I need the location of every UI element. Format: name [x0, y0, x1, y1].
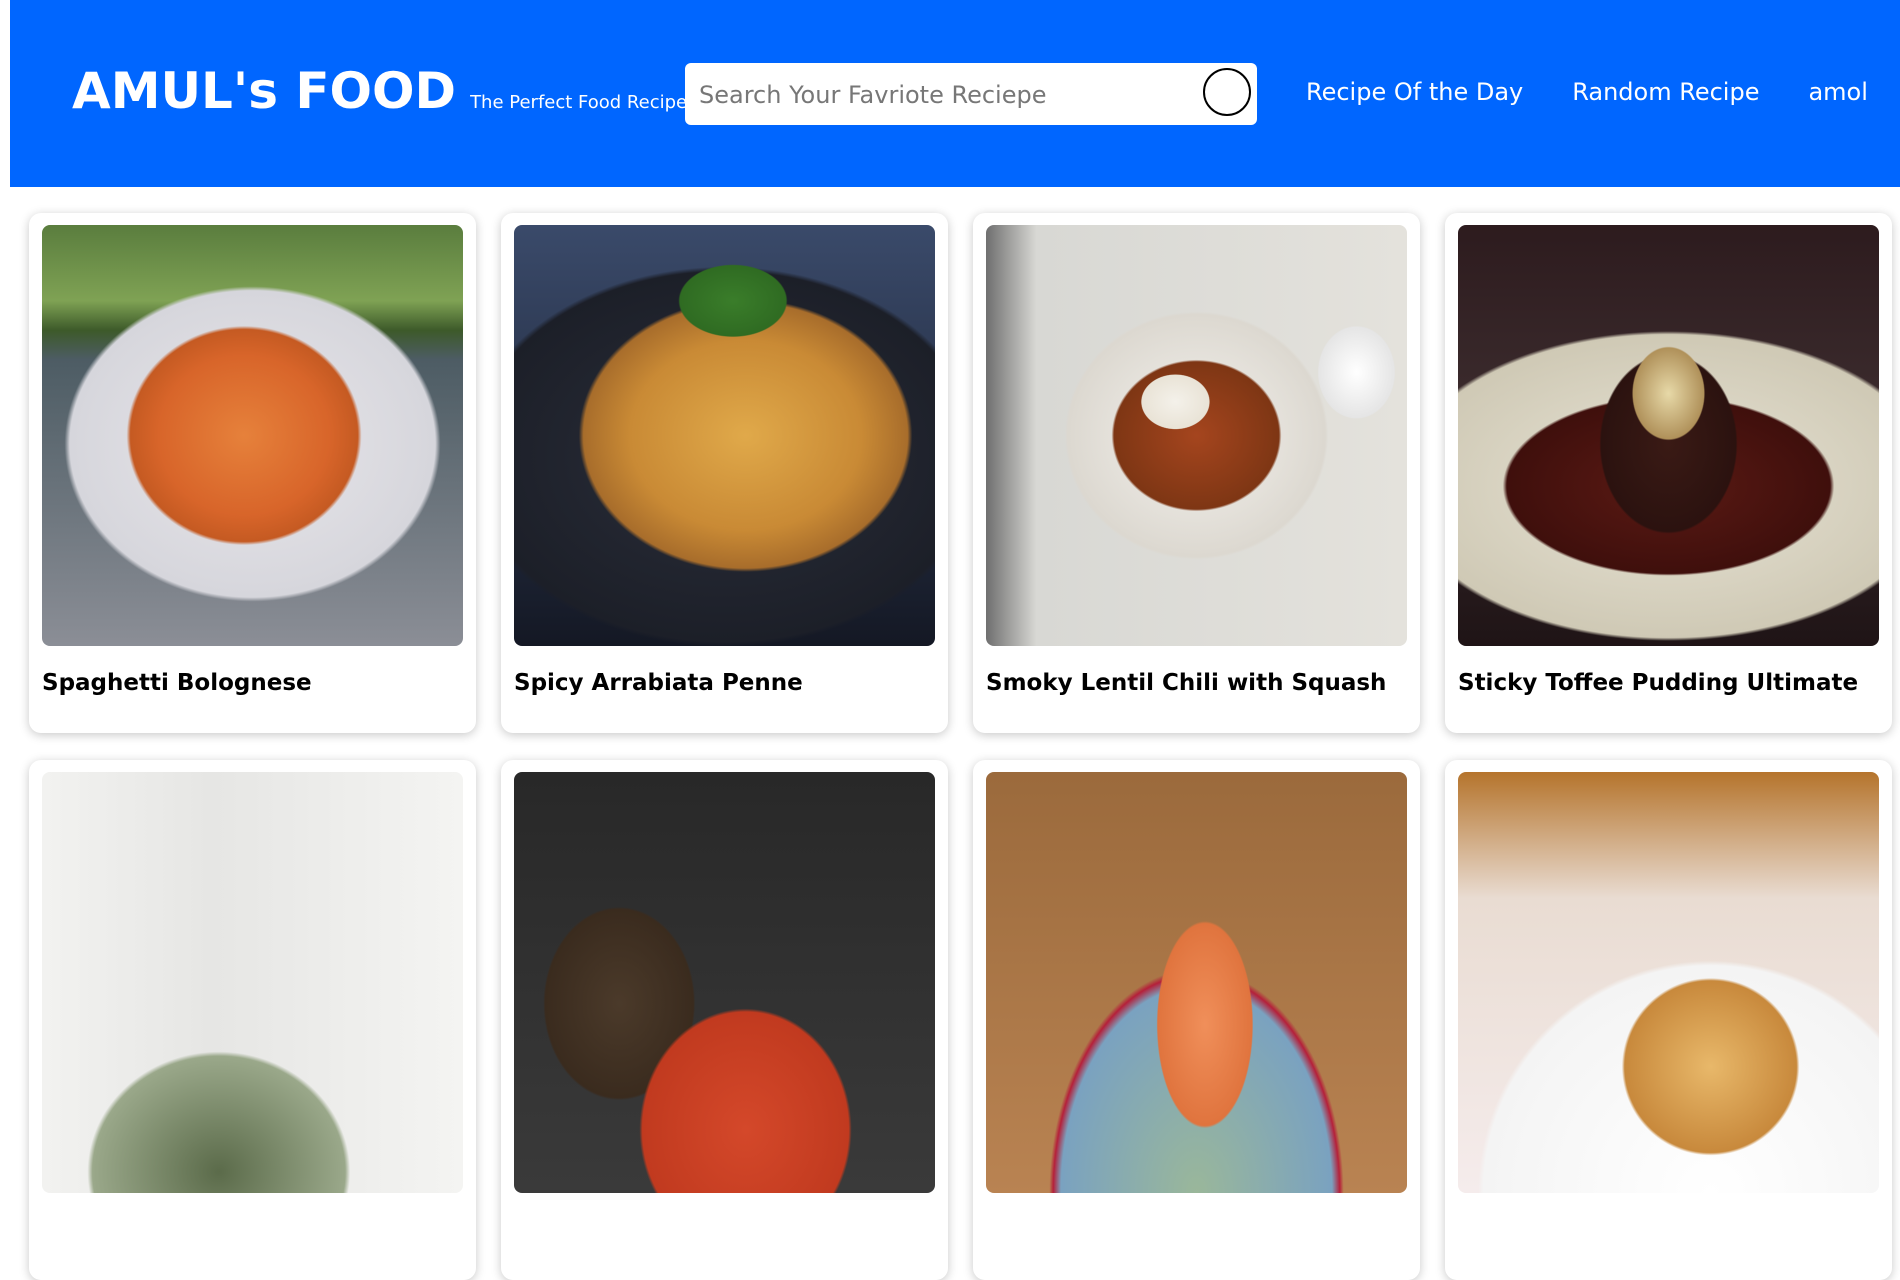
- brand-title[interactable]: AMUL's FOOD: [72, 62, 456, 120]
- brand[interactable]: AMUL's FOOD The Perfect Food Recipes: [72, 62, 696, 120]
- search-button[interactable]: [1203, 68, 1251, 116]
- recipe-card[interactable]: [501, 760, 948, 1280]
- recipe-image[interactable]: [514, 772, 935, 1193]
- recipe-card[interactable]: Smoky Lentil Chili with Squash: [973, 213, 1420, 733]
- recipe-image[interactable]: [42, 772, 463, 1193]
- recipe-card[interactable]: [973, 760, 1420, 1280]
- search-box: [685, 63, 1257, 127]
- recipe-title[interactable]: Spaghetti Bolognese: [42, 670, 312, 696]
- site-header: AMUL's FOOD The Perfect Food Recipes Rec…: [10, 0, 1900, 187]
- recipe-image[interactable]: [42, 225, 463, 646]
- search-input[interactable]: [697, 63, 1181, 127]
- recipe-image[interactable]: [986, 772, 1407, 1193]
- nav-random-recipe[interactable]: Random Recipe: [1572, 78, 1759, 106]
- main-nav: Recipe Of the Day Random Recipe amol: [1306, 78, 1868, 106]
- recipe-title[interactable]: Spicy Arrabiata Penne: [514, 670, 803, 696]
- recipe-card[interactable]: [1445, 760, 1892, 1280]
- nav-recipe-of-the-day[interactable]: Recipe Of the Day: [1306, 78, 1523, 106]
- recipe-card[interactable]: [29, 760, 476, 1280]
- recipe-image[interactable]: [514, 225, 935, 646]
- recipe-image[interactable]: [1458, 772, 1879, 1193]
- recipe-image[interactable]: [1458, 225, 1879, 646]
- nav-user[interactable]: amol: [1808, 78, 1867, 106]
- recipe-image[interactable]: [986, 225, 1407, 646]
- recipe-title[interactable]: Sticky Toffee Pudding Ultimate: [1458, 670, 1858, 696]
- recipe-card[interactable]: Spaghetti Bolognese: [29, 213, 476, 733]
- recipe-card[interactable]: Spicy Arrabiata Penne: [501, 213, 948, 733]
- recipe-card[interactable]: Sticky Toffee Pudding Ultimate: [1445, 213, 1892, 733]
- brand-tagline: The Perfect Food Recipes: [470, 92, 697, 113]
- recipe-title[interactable]: Smoky Lentil Chili with Squash: [986, 670, 1386, 696]
